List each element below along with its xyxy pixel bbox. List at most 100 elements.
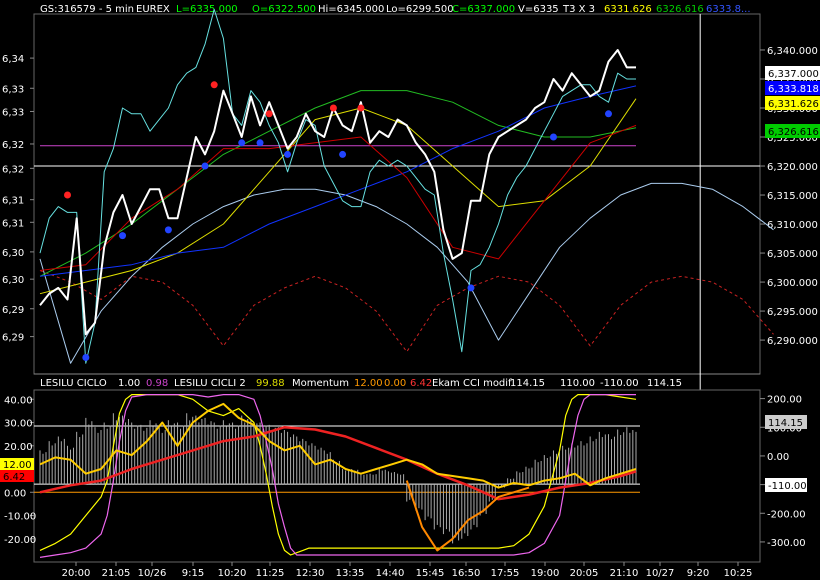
indicator-legend-item: Ekam CCI modif xyxy=(432,378,512,389)
y-tick-label-left: 6,34 xyxy=(2,54,24,65)
x-tick-label: 21:10 xyxy=(610,568,639,579)
low-label: Lo=6299.500 xyxy=(386,4,454,15)
indicator-tick-label-right: 200.00 xyxy=(767,395,802,406)
indicator-panel xyxy=(33,389,761,563)
x-tick-label: 10:25 xyxy=(724,568,753,579)
indicator-legend-item: -110.00 xyxy=(600,378,639,389)
indicator-legend-item: LESILU CICLO xyxy=(40,378,107,389)
indicator-legend-item: 0.00 xyxy=(384,378,406,389)
signal-dot xyxy=(339,150,347,158)
y-tick-label-right: 6,295.000 xyxy=(767,307,818,318)
signal-dot xyxy=(210,81,218,89)
indicator-marker-left-label: 6.42 xyxy=(3,472,25,483)
t3-label: T3 X 3 xyxy=(562,4,595,15)
value2-label: 6326.616 xyxy=(656,4,704,15)
y-tick-label-right: 6,320.000 xyxy=(767,162,818,173)
x-tick-label: 12:30 xyxy=(296,568,325,579)
y-tick-label-left: 6,29 xyxy=(2,333,24,344)
signal-dot xyxy=(238,139,246,147)
indicator-marker-right-label: 114.15 xyxy=(768,418,803,429)
signal-dot xyxy=(64,191,72,199)
trading-chart: GS:316579 - 5 min EUREX L=6335.000 O=632… xyxy=(0,0,820,580)
y-tick-label-right: 6,310.000 xyxy=(767,220,818,231)
open-label: O=6322.500 xyxy=(252,4,316,15)
indicator-tick-label-right: -300.00 xyxy=(767,538,806,549)
close-label: C=6337.000 xyxy=(452,4,515,15)
signal-dot xyxy=(329,104,337,112)
y-tick-label-left: 6,30 xyxy=(2,248,24,259)
x-tick-label: 16:50 xyxy=(452,568,481,579)
x-tick-label: 13:35 xyxy=(336,568,365,579)
x-tick-label: 17:55 xyxy=(491,568,520,579)
y-tick-label-left: 6,31 xyxy=(2,218,24,229)
price-marker-label: 6,337.000 xyxy=(768,69,819,80)
symbol-label: GS:316579 - 5 min xyxy=(40,4,134,15)
x-tick-label: 14:40 xyxy=(376,568,405,579)
x-tick-label: 11:25 xyxy=(256,568,285,579)
indicator-tick-label-left: 30.00 xyxy=(4,419,33,430)
high-label: Hi=6345.000 xyxy=(318,4,384,15)
price-header: GS:316579 - 5 min EUREX L=6335.000 O=632… xyxy=(40,4,751,15)
signal-dot xyxy=(467,284,475,292)
price-panel xyxy=(33,13,761,375)
indicator-legend-item: LESILU CICLI 2 xyxy=(174,378,246,389)
signal-dot xyxy=(357,104,365,112)
x-tick-label: 19:00 xyxy=(531,568,560,579)
y-tick-label-right: 6,300.000 xyxy=(767,278,818,289)
volume-label: V=6335 xyxy=(518,4,559,15)
y-tick-label-right: 6,315.000 xyxy=(767,191,818,202)
indicator-tick-label-left: 20.00 xyxy=(4,442,33,453)
y-tick-label-right: 6,305.000 xyxy=(767,249,818,260)
y-tick-label-right: 6,340.000 xyxy=(767,46,818,57)
price-marker-label: 6,333.818 xyxy=(768,84,819,95)
signal-dot xyxy=(119,232,127,240)
indicator-legend-item: 114.15 xyxy=(510,378,545,389)
signal-dot xyxy=(265,110,273,118)
indicator-tick-label-left: 40.00 xyxy=(4,395,33,406)
x-tick-label: 15:45 xyxy=(416,568,445,579)
indicator-legend-item: 6.42 xyxy=(410,378,432,389)
signal-dot xyxy=(604,110,612,118)
y-tick-label-left: 6,33 xyxy=(2,107,24,118)
indicator-legend-item: 0.98 xyxy=(146,378,168,389)
signal-dot xyxy=(201,162,209,170)
value3-label: 6333.8... xyxy=(706,4,751,15)
x-tick-label: 20:05 xyxy=(570,568,599,579)
price-marker-label: 6,326.616 xyxy=(768,127,819,138)
price-marker-label: 6,331.626 xyxy=(768,99,819,110)
x-tick-label: 9:15 xyxy=(182,568,204,579)
x-tick-label: 21:05 xyxy=(102,568,131,579)
indicator-tick-label-right: 0.00 xyxy=(767,452,789,463)
indicator-tick-label-left: -10.00 xyxy=(4,512,36,523)
indicator-legend-item: 1.00 xyxy=(118,378,140,389)
signal-dot xyxy=(549,133,557,141)
indicator-legend-item: Momentum xyxy=(292,378,349,389)
y-tick-label-left: 6,32 xyxy=(2,164,24,175)
y-tick-label-left: 6,29 xyxy=(2,305,24,316)
y-tick-label-left: 6,32 xyxy=(2,140,24,151)
x-tick-label: 10/27 xyxy=(646,568,675,579)
indicator-marker-right-label: -110.00 xyxy=(768,481,807,492)
indicator-legend: LESILU CICLO 1.00 0.98 LESILU CICLI 2 99.88 M… xyxy=(40,378,682,389)
signal-dot xyxy=(164,226,172,234)
indicator-legend-item: 12.00 xyxy=(354,378,383,389)
indicator-tick-label-right: -200.00 xyxy=(767,509,806,520)
signal-dot xyxy=(284,150,292,158)
x-tick-label: 10:20 xyxy=(218,568,247,579)
indicator-legend-item: 110.00 xyxy=(560,378,595,389)
indicator-legend-item: 114.15 xyxy=(647,378,682,389)
signal-dot xyxy=(82,353,90,361)
exchange-label: EUREX xyxy=(136,4,170,15)
y-tick-label-left: 6,33 xyxy=(2,84,24,95)
x-tick-label: 10/26 xyxy=(138,568,167,579)
indicator-tick-label-left: -20.00 xyxy=(4,535,36,546)
indicator-legend-item: 99.88 xyxy=(256,378,285,389)
y-tick-label-left: 6,31 xyxy=(2,196,24,207)
value1-label: 6331.626 xyxy=(604,4,652,15)
x-tick-label: 20:00 xyxy=(62,568,91,579)
signal-dot xyxy=(256,139,264,147)
x-tick-label: 9:20 xyxy=(687,568,709,579)
y-tick-label-left: 6,30 xyxy=(2,275,24,286)
price-markers: 6,337.000 6,333.818 6,331.626 6,326.616 xyxy=(765,66,820,138)
last-label: L=6335.000 xyxy=(176,4,238,15)
